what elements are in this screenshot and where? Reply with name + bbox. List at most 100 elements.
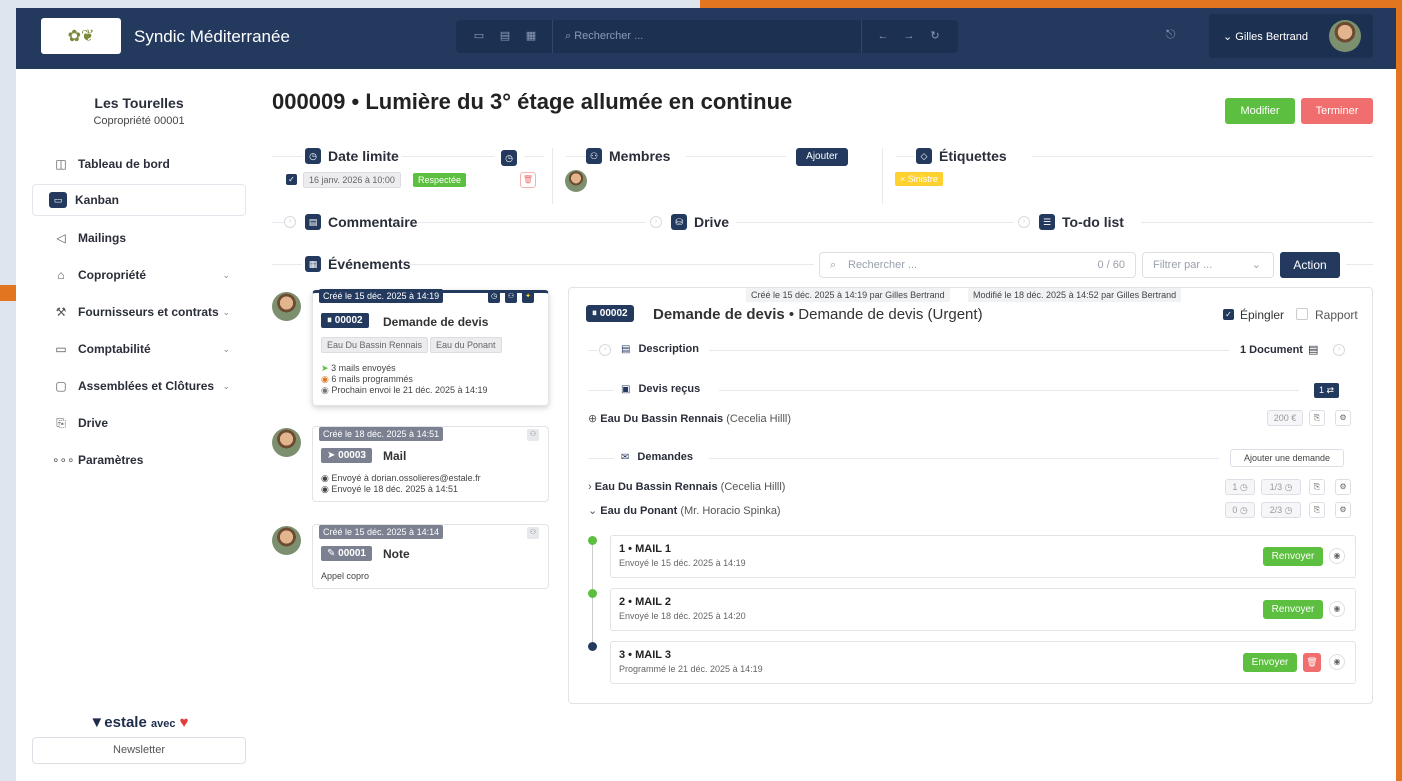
event-card-00001[interactable]: Créé le 15 déc. 2025 à 14:14 ⚇ ✎ 00001 N… [312,524,549,589]
comment-section[interactable]: ▤ Commentaire [305,211,417,233]
collapse-comment-icon[interactable]: › [284,216,296,228]
users-icon: ⚇ [586,148,602,164]
collapse-description-icon[interactable]: › [599,344,611,356]
tag-icon: ◇ [916,148,932,164]
kanban-icon: ▭ [49,192,67,208]
sidebar-item-assemblies[interactable]: ▢ Assemblées et Clôtures ⌄ [32,370,246,402]
add-member-button[interactable]: Ajouter [796,148,848,166]
collapse-drive-icon[interactable]: › [650,216,662,228]
delete-deadline-icon[interactable]: 🗑 [520,172,536,188]
event-card-00002[interactable]: Créé le 15 déc. 2025 à 14:19 ◷ ⚇ ✦ ⏸ 000… [312,289,549,406]
report-label: Rapport [1315,308,1358,322]
settings-icon[interactable]: ⚙ [1335,502,1351,518]
request-2-progress: 2/3 ◷ [1261,502,1301,518]
expand-documents-icon[interactable]: › [1333,344,1345,356]
finish-button[interactable]: Terminer [1301,98,1373,124]
eye-icon[interactable]: ◉ [1329,548,1345,564]
pdf-icon[interactable]: ⎘ [1309,479,1325,495]
sidebar-item-dashboard[interactable]: ◫ Tableau de bord [32,148,246,180]
request-1-counter: 1 ◷ [1225,479,1255,495]
list-icon[interactable]: ▤ [498,29,512,43]
event-date: Créé le 18 déc. 2025 à 14:51 [319,427,444,441]
sidebar-item-accounting[interactable]: ▭ Comptabilité ⌄ [32,333,246,365]
timeline-dot [588,536,597,545]
document-icon: ▤ [1307,344,1319,356]
eye-icon[interactable]: ◉ [1329,601,1345,617]
labels-section: ◇ Étiquettes [916,145,1007,167]
sidebar-item-copropriete[interactable]: ⌂ Copropriété ⌄ [32,259,246,291]
events-search-input[interactable]: ⌕ Rechercher ... 0 / 60 [819,252,1136,278]
request-row-1[interactable]: › Eau Du Bassin Rennais (Cecelia Hilll) [588,481,785,493]
dots-icon: ∘∘∘ [52,453,75,467]
resend-button[interactable]: Renvoyer [1263,600,1323,619]
filter-select[interactable]: Filtrer par ... ⌄ [1142,252,1274,278]
description-section[interactable]: ▤ Description [621,343,699,355]
pin-label: Épingler [1240,308,1285,322]
event-info: ◉ Envoyé le 18 déc. 2025 à 14:51 [321,484,458,494]
page-title: 000009 • Lumière du 3° étage allumée en … [272,89,793,114]
mail-subtitle: Programmé le 21 déc. 2025 à 14:19 [619,664,763,674]
resend-button[interactable]: Renvoyer [1263,547,1323,566]
deadline-checkbox[interactable]: ✓ [286,174,297,185]
org-name: Les Tourelles [94,95,184,111]
action-button[interactable]: Action [1280,252,1340,278]
quote-row[interactable]: ⊕ Eau Du Bassin Rennais (Cecelia Hilll) [588,412,791,425]
pdf-icon[interactable]: ⎘ [1309,502,1325,518]
request-row-2[interactable]: ⌄ Eau du Ponant (Mr. Horacio Spinka) [588,504,781,517]
building-icon: ⌂ [57,268,65,282]
sidebar-item-settings[interactable]: ∘∘∘ Paramètres [32,444,246,476]
mail-title: 3 • MAIL 3 [619,649,671,661]
event-date: Créé le 15 déc. 2025 à 14:19 [319,289,444,303]
global-search-input[interactable]: ⌕ Rechercher ... [552,20,862,53]
collapse-todo-icon[interactable]: › [1018,216,1030,228]
drive-section[interactable]: ⛁ Drive [671,211,729,233]
clock-button-icon[interactable]: ◷ [501,150,517,166]
settings-icon[interactable]: ⚙ [1335,479,1351,495]
mail-item-2[interactable]: 2 • MAIL 2 Envoyé le 18 déc. 2025 à 14:2… [610,588,1356,631]
label-tag-sinistre[interactable]: × Sinistre [895,172,943,186]
send-icon: ◁ [56,231,66,245]
sidebar-item-drive[interactable]: ⎘ Drive [32,407,246,439]
created-meta: Créé le 15 déc. 2025 à 14:19 par Gilles … [746,288,950,302]
pdf-icon[interactable]: ⎘ [1309,410,1325,426]
add-request-button[interactable]: Ajouter une demande [1230,449,1344,467]
pin-checkbox[interactable]: ✓ [1223,309,1234,320]
mail-item-1[interactable]: 1 • MAIL 1 Envoyé le 15 déc. 2025 à 14:1… [610,535,1356,578]
sidebar-item-suppliers[interactable]: ⚒ Fournisseurs et contrats ⌄ [32,296,246,328]
timeline-dot [588,642,597,651]
edit-button[interactable]: Modifier [1225,98,1295,124]
report-checkbox[interactable] [1296,308,1308,320]
sidebar-item-mailings[interactable]: ◁ Mailings [32,222,246,254]
event-info-next: ◉ Prochain envoi le 21 déc. 2025 à 14:19 [321,385,488,395]
clock-icon: ◷ [305,148,321,164]
folder-icon: ⎘ [56,415,66,430]
quotes-count-badge[interactable]: 1 ⇄ [1314,383,1340,398]
settings-icon[interactable]: ⚙ [1335,410,1351,426]
mail-title: 1 • MAIL 1 [619,543,671,555]
documents-count[interactable]: 1 Document ▤ [1240,343,1319,357]
event-author-avatar [272,292,301,321]
send-button[interactable]: Envoyer [1243,653,1297,672]
request-2-counter: 0 ◷ [1225,502,1255,518]
sidebar-item-kanban[interactable]: ▭ Kanban [32,184,246,216]
todo-section[interactable]: ☰ To-do list [1039,211,1124,233]
delete-mail-icon[interactable]: 🗑 [1303,653,1321,672]
event-card-00003[interactable]: Créé le 18 déc. 2025 à 14:51 ⚇ ➤ 00003 M… [312,426,549,502]
event-author-avatar [272,526,301,555]
forward-arrow-icon[interactable]: → [902,29,916,43]
company-logo[interactable]: ✿❦ [41,18,121,54]
mail-item-3[interactable]: 3 • MAIL 3 Programmé le 21 déc. 2025 à 1… [610,641,1356,684]
notifications-icon[interactable]: ⎋ [1166,27,1176,42]
eye-icon[interactable]: ◉ [1329,654,1345,670]
member-avatar[interactable] [565,170,587,192]
board-icon[interactable]: ▭ [472,29,486,43]
calendar-icon[interactable]: ▦ [524,29,538,43]
event-date: Créé le 15 déc. 2025 à 14:14 [319,525,444,539]
refresh-icon[interactable]: ↻ [928,29,942,43]
newsletter-button[interactable]: Newsletter [32,737,246,764]
event-id: ⏸ 00002 [321,313,369,328]
back-arrow-icon[interactable]: ← [876,29,890,43]
mail-subtitle: Envoyé le 18 déc. 2025 à 14:20 [619,611,746,621]
user-menu[interactable]: ⌄ Gilles Bertrand [1209,14,1373,58]
sidebar: Les Tourelles Copropriété 00001 ◫ Tableau… [16,69,262,781]
